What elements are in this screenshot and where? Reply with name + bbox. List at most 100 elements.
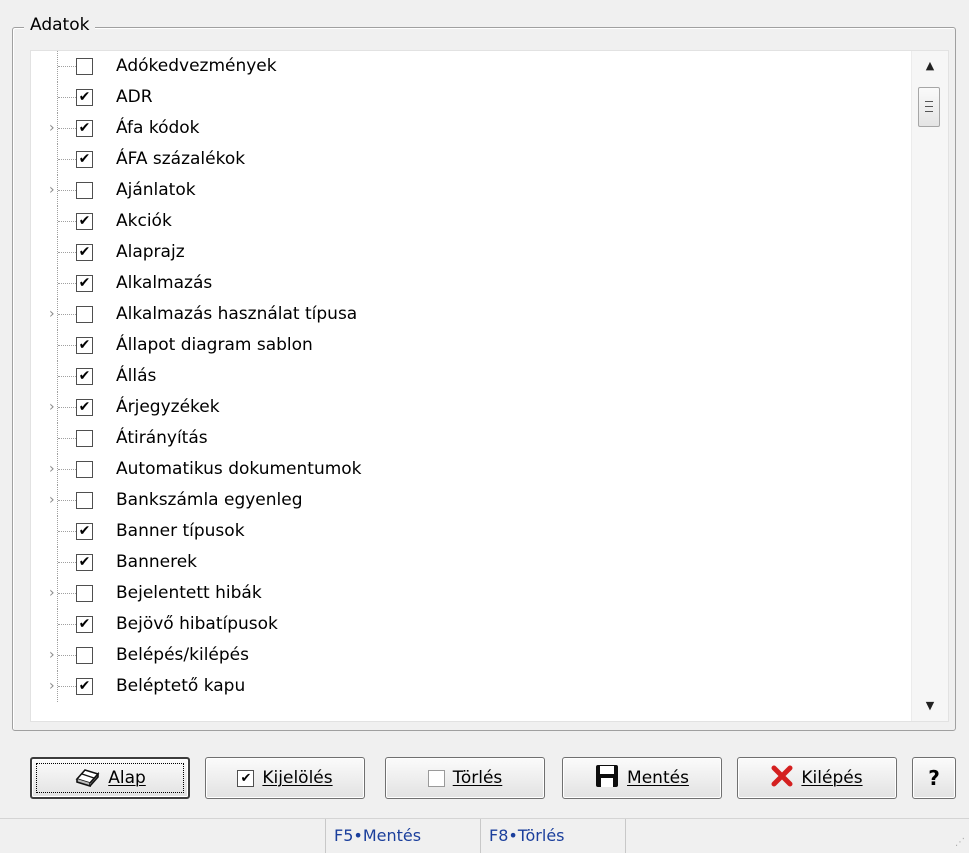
row-checkbox[interactable]: ✔ [76,244,93,261]
torles-button[interactable]: Törlés [385,757,545,799]
tree-row[interactable]: › ✔ Beléptető kapu [31,671,910,702]
expand-arrow-icon[interactable]: › [49,181,55,199]
tree-row[interactable]: ✔ Alkalmazás [31,268,910,299]
tree-row[interactable]: ✔ Banner típusok [31,516,910,547]
tree-row-label: Adókedvezmények [116,56,277,76]
tree-row-label: Automatikus dokumentumok [116,459,362,479]
kilepes-button[interactable]: Kilépés [737,757,897,799]
expand-arrow-icon[interactable]: › [49,460,55,478]
tree-guide-line [58,66,76,67]
row-checkbox[interactable] [76,182,93,199]
expand-arrow-icon[interactable]: › [49,119,55,137]
row-checkbox[interactable] [76,306,93,323]
row-checkbox[interactable] [76,430,93,447]
expand-arrow-icon[interactable]: › [49,305,55,323]
tree-guide-line [58,438,76,439]
tree-row-label: Bankszámla egyenleg [116,490,303,510]
data-tree-view[interactable]: Adókedvezmények ✔ ADR › ✔ Áfa kódok ✔ ÁFA száza… [30,50,949,722]
tree-row[interactable]: ✔ ADR [31,82,910,113]
tree-row[interactable]: ✔ Alaprajz [31,237,910,268]
status-delete-hint: F8•Törlés [480,819,625,853]
tree-guide-line [58,128,76,129]
tree-row[interactable]: › Alkalmazás használat típusa [31,299,910,330]
tree-row[interactable]: ✔ Állapot diagram sablon [31,330,910,361]
row-checkbox[interactable] [76,58,93,75]
tree-row[interactable]: Átirányítás [31,423,910,454]
mentes-button-label: Mentés [627,768,689,788]
size-grip-icon[interactable]: ⋰ [955,837,965,848]
row-checkbox[interactable]: ✔ [76,213,93,230]
row-checkbox[interactable]: ✔ [76,616,93,633]
tree-guide-line [58,624,76,625]
scrollbar-thumb[interactable] [918,87,940,127]
tree-row[interactable]: › Bankszámla egyenleg [31,485,910,516]
tree-row[interactable]: › Belépés/kilépés [31,640,910,671]
groupbox-title: Adatok [24,14,96,36]
tree-guide-line [58,407,76,408]
tree-guide-line [58,97,76,98]
tree-row-label: Alkalmazás [116,273,213,293]
mentes-button[interactable]: Mentés [562,757,722,799]
row-checkbox[interactable]: ✔ [76,399,93,416]
expand-arrow-icon[interactable]: › [49,584,55,602]
tree-row[interactable]: Adókedvezmények [31,51,910,82]
tree-row[interactable]: ✔ Bejövő hibatípusok [31,609,910,640]
row-checkbox[interactable]: ✔ [76,368,93,385]
scroll-up-arrow-icon[interactable]: ▲ [912,51,948,81]
tree-row[interactable]: › ✔ Árjegyzékek [31,392,910,423]
vertical-scrollbar[interactable]: ▲ ▼ [911,51,948,721]
tree-guide-line [58,159,76,160]
status-panel-empty [0,819,325,853]
tree-row-label: Bejelentett hibák [116,583,262,603]
tree-row[interactable]: › ✔ Áfa kódok [31,113,910,144]
expand-arrow-icon[interactable]: › [49,398,55,416]
tree-row[interactable]: ✔ Akciók [31,206,910,237]
tree-items: Adókedvezmények ✔ ADR › ✔ Áfa kódok ✔ ÁFA száza… [31,51,910,721]
expand-arrow-icon[interactable]: › [49,677,55,695]
scroll-down-arrow-icon[interactable]: ▼ [912,691,948,721]
torles-button-label: Törlés [452,768,503,788]
row-checkbox[interactable]: ✔ [76,523,93,540]
row-checkbox[interactable]: ✔ [76,89,93,106]
status-panel-rest [625,819,969,853]
tree-row[interactable]: ✔ Állás [31,361,910,392]
row-checkbox[interactable]: ✔ [76,151,93,168]
tree-row-label: Alaprajz [116,242,185,262]
tree-row-label: Beléptető kapu [116,676,246,696]
tree-row-label: Belépés/kilépés [116,645,249,665]
checked-box-icon: ✔ [237,769,255,787]
tree-row[interactable]: › Automatikus dokumentumok [31,454,910,485]
row-checkbox[interactable] [76,461,93,478]
row-checkbox[interactable] [76,647,93,664]
row-checkbox[interactable]: ✔ [76,554,93,571]
tree-guide-line [58,221,76,222]
tree-row-label: Alkalmazás használat típusa [116,304,358,324]
expand-arrow-icon[interactable]: › [49,646,55,664]
tree-guide-line [58,531,76,532]
row-checkbox[interactable]: ✔ [76,275,93,292]
tree-row[interactable]: ✔ ÁFA százalékok [31,144,910,175]
expand-arrow-icon[interactable]: › [49,491,55,509]
floppy-disk-icon [595,764,619,793]
red-x-icon [771,765,793,792]
tree-guide-line [58,283,76,284]
kijeloles-button[interactable]: ✔ Kijelölés [205,757,365,799]
row-checkbox[interactable]: ✔ [76,337,93,354]
tree-row-label: Bannerek [116,552,198,572]
tree-row[interactable]: ✔ Bannerek [31,547,910,578]
alap-button[interactable]: Alap [30,757,190,799]
row-checkbox[interactable] [76,492,93,509]
tree-row[interactable]: › Bejelentett hibák [31,578,910,609]
tree-row-label: Átirányítás [116,428,208,448]
row-checkbox[interactable]: ✔ [76,120,93,137]
tree-guide-line [58,190,76,191]
tree-row-label: Bejövő hibatípusok [116,614,278,634]
tree-row-label: ÁFA százalékok [116,149,246,169]
tree-row-label: Állapot diagram sablon [116,335,313,355]
tree-row[interactable]: › Ajánlatok [31,175,910,206]
kilepes-button-label: Kilépés [801,768,863,788]
row-checkbox[interactable] [76,585,93,602]
tree-guide-line [58,376,76,377]
help-button[interactable]: ? [912,757,956,799]
row-checkbox[interactable]: ✔ [76,678,93,695]
